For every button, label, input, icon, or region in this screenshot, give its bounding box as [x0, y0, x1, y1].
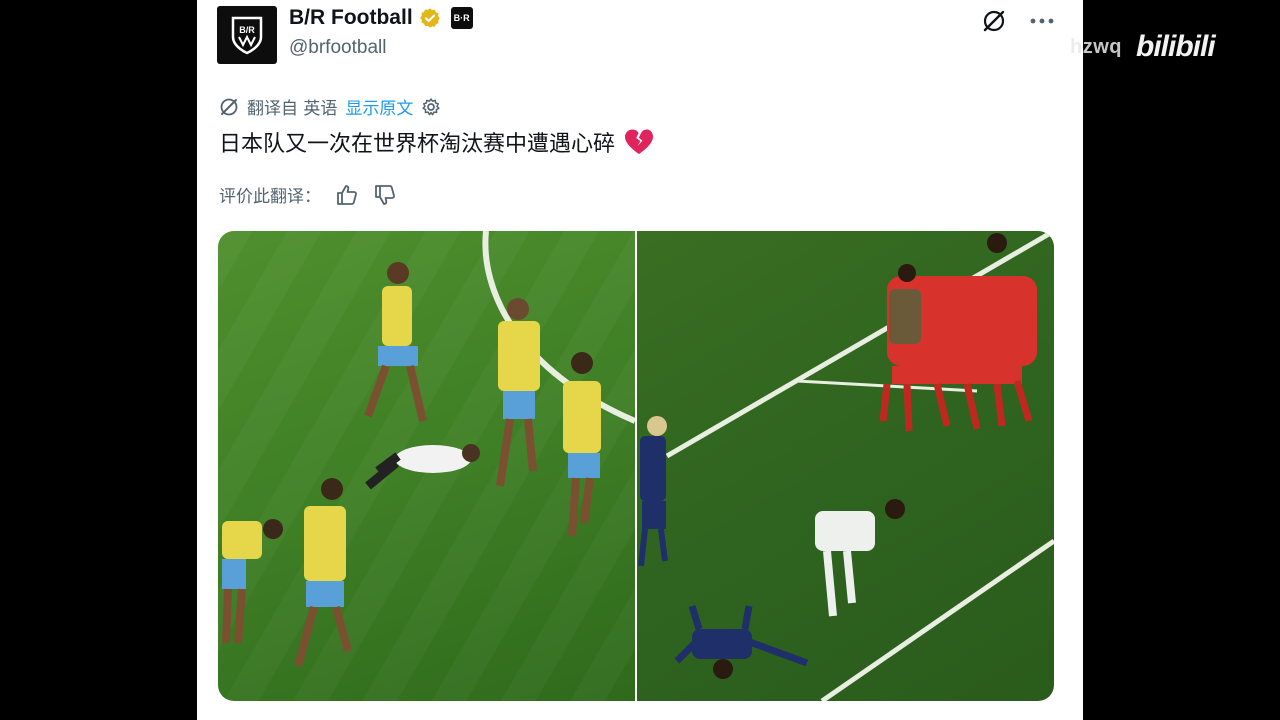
uploader-id: hzwq — [1070, 35, 1122, 58]
right-photo[interactable] — [637, 231, 1054, 701]
broken-heart-icon — [625, 129, 654, 154]
avatar[interactable]: B/R — [217, 6, 277, 64]
translate-icon — [220, 98, 238, 115]
post-media[interactable] — [218, 231, 1054, 701]
left-photo[interactable] — [218, 231, 635, 701]
rate-translation-label: 评价此翻译： — [219, 187, 321, 207]
shield-logo-icon: B/R — [231, 16, 263, 55]
avatar-text: B/R — [239, 25, 255, 35]
settings-icon[interactable] — [421, 97, 441, 117]
thumbs-up-icon[interactable] — [335, 183, 359, 207]
show-original-link[interactable]: 显示原文 — [345, 94, 413, 119]
post-text-content: 日本队又一次在世界杯淘汰赛中遭遇心碎 — [219, 132, 616, 157]
author-name[interactable]: B/R Football — [289, 6, 413, 30]
more-icon[interactable] — [1029, 8, 1055, 34]
grok-icon[interactable] — [981, 8, 1007, 34]
japan-belgium-image — [638, 231, 1054, 701]
author-handle[interactable]: @brfootball — [289, 37, 386, 59]
affiliate-badge[interactable]: B·R — [450, 7, 473, 29]
bilibili-logo: bilibili — [1136, 30, 1216, 63]
brazil-players-image — [218, 231, 635, 701]
verified-badge-icon — [419, 8, 440, 28]
thumbs-down-icon[interactable] — [373, 183, 397, 207]
post-card: B/R B/R Football B·R @brfootball 翻译自 英语 … — [197, 0, 1083, 720]
translated-from-label: 翻译自 英语 — [247, 99, 338, 119]
post-text: 日本队又一次在世界杯淘汰赛中遭遇心碎 — [219, 126, 655, 158]
celebrating-group — [879, 233, 1037, 432]
bilibili-watermark: hzwq bilibili — [1070, 22, 1270, 72]
